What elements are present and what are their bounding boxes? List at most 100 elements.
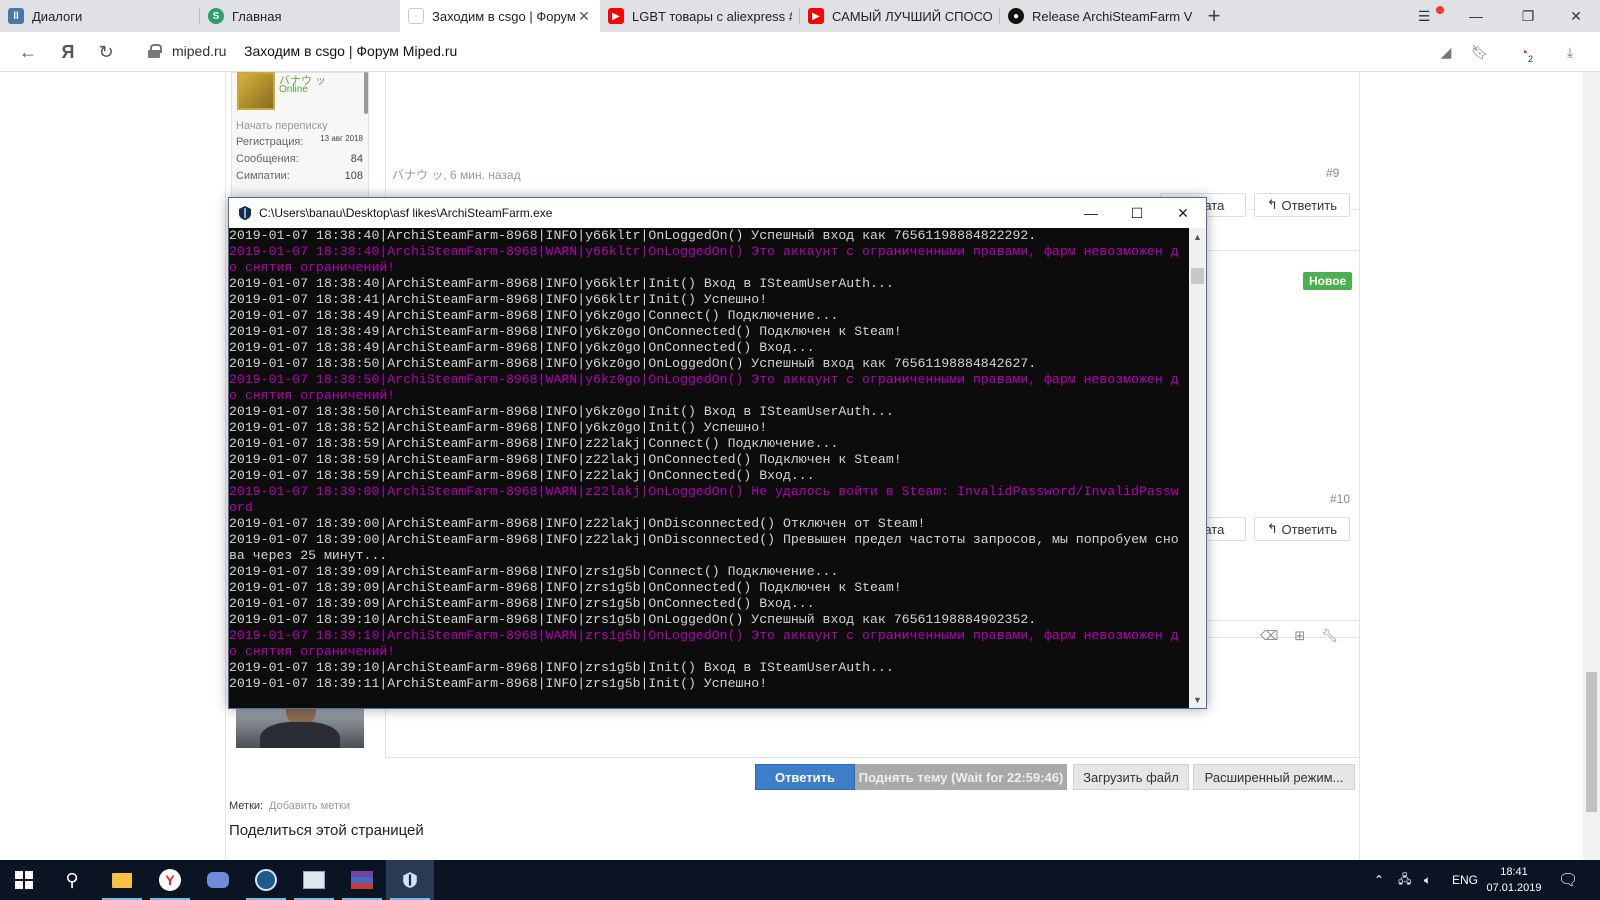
language-indicator[interactable]: ENG xyxy=(1452,860,1478,900)
console-log-line: о снятия ограничений! xyxy=(229,644,396,659)
reply-button-post10[interactable]: ↰ Ответить xyxy=(1254,517,1350,541)
url-page-title[interactable]: Заходим в csgo | Форум Miped.ru xyxy=(244,43,457,59)
console-log-line: ord xyxy=(229,500,253,515)
tags-label: Метки: xyxy=(229,800,264,812)
menu-icon[interactable]: ☰ xyxy=(1400,0,1448,32)
reader-mode-icon[interactable]: ◢ xyxy=(1436,42,1456,62)
archisteamfarm-console-window[interactable]: C:\Users\banau\Desktop\asf likes\ArchiSt… xyxy=(228,197,1207,709)
steam-icon[interactable] xyxy=(242,860,290,900)
clock-date: 07.01.2019 xyxy=(1486,882,1542,894)
console-log-line: 2019-01-07 18:39:09|ArchiSteamFarm-8968|… xyxy=(229,564,839,579)
tab-samyi-luchshii[interactable]: ▶ САМЫЙ ЛУЧШИЙ СПОСО xyxy=(800,0,1000,32)
upload-file-button[interactable]: Загрузить файл xyxy=(1073,764,1189,790)
console-scroll-thumb[interactable] xyxy=(1191,268,1204,284)
lock-icon xyxy=(148,44,162,58)
show-hidden-icons[interactable]: ⌃ xyxy=(1374,860,1384,900)
reply-icon: ↰ xyxy=(1266,197,1282,212)
search-icon[interactable]: ⚲ xyxy=(48,860,96,900)
reply-icon: ↰ xyxy=(1266,521,1282,536)
post-number[interactable]: #9 xyxy=(1326,166,1339,180)
post-meta[interactable]: バナウ ッ, 6 мин. назад xyxy=(392,166,521,183)
volume-icon[interactable]: 🔈︎ xyxy=(1424,860,1431,900)
system-clock[interactable]: 18:41 07.01.2019 xyxy=(1478,864,1550,896)
download-icon[interactable]: ⤓ xyxy=(1560,42,1580,62)
url-domain[interactable]: miped.ru xyxy=(172,43,226,59)
tab-label: Заходим в csgo | Форум xyxy=(432,8,576,24)
post-9 xyxy=(385,72,1360,210)
console-log-line: 2019-01-07 18:38:40|ArchiSteamFarm-8968|… xyxy=(229,244,1179,259)
editor-toolbar: ⌫ ⊞ 🔧︎ xyxy=(1260,628,1338,644)
bump-thread-button: Поднять тему (Wait for 22:59:46) xyxy=(855,764,1067,790)
tab-glavnaya[interactable]: S Главная xyxy=(200,0,400,32)
reply-button-post9[interactable]: ↰ Ответить xyxy=(1254,193,1350,217)
tab-dialogi[interactable]: ll Диалоги xyxy=(0,0,200,32)
reload-icon[interactable]: ↻ xyxy=(92,38,120,66)
console-log-line: 2019-01-07 18:39:10|ArchiSteamFarm-8968|… xyxy=(229,612,1037,627)
console-log-line: 2019-01-07 18:39:11|ArchiSteamFarm-8968|… xyxy=(229,676,768,691)
console-log-line: 2019-01-07 18:38:40|ArchiSteamFarm-8968|… xyxy=(229,276,894,291)
stat-label: Симпатии: xyxy=(236,170,290,182)
console-title-bar[interactable]: C:\Users\banau\Desktop\asf likes\ArchiSt… xyxy=(229,198,1206,228)
tab-release-asf[interactable]: ● Release ArchiSteamFarm V3 xyxy=(1000,0,1200,32)
stat-value: 108 xyxy=(344,170,363,182)
vk-icon: ll xyxy=(8,8,24,24)
network-icon[interactable]: 🖧︎ xyxy=(1398,860,1411,900)
start-icon[interactable] xyxy=(0,860,48,900)
avatar[interactable] xyxy=(237,72,275,110)
scroll-down-icon[interactable]: ▼ xyxy=(1189,691,1206,708)
back-arrow-icon[interactable]: ← xyxy=(14,38,42,66)
start-conversation-link[interactable]: Начать переписку xyxy=(236,120,328,132)
advanced-mode-button[interactable]: Расширенный режим... xyxy=(1193,764,1355,790)
browser-tab-strip: ll Диалоги S Главная Заходим в csgo | Фо… xyxy=(0,0,1600,32)
bookmark-icon[interactable]: 🔖︎ xyxy=(1470,42,1490,62)
yandex-browser-icon[interactable]: Y xyxy=(146,860,194,900)
console-minimize-icon[interactable]: — xyxy=(1068,198,1114,228)
console-log-line: о снятия ограничений! xyxy=(229,260,396,275)
tab-lgbt-aliexpress[interactable]: ▶ LGBT товары с aliexpress # xyxy=(600,0,800,32)
asf-app-icon xyxy=(239,206,251,220)
winrar-icon[interactable] xyxy=(338,860,386,900)
stat-label: Сообщения: xyxy=(236,153,299,165)
add-tags-link[interactable]: Добавить метки xyxy=(269,800,350,812)
close-window-icon[interactable]: ✕ xyxy=(1552,0,1600,32)
console-log-line: 2019-01-07 18:38:59|ArchiSteamFarm-8968|… xyxy=(229,436,839,451)
scroll-up-icon[interactable]: ▲ xyxy=(1189,228,1206,245)
close-tab-icon[interactable]: ✕ xyxy=(576,8,592,24)
new-badge: Новое xyxy=(1303,272,1353,290)
table-icon[interactable]: ⊞ xyxy=(1294,628,1305,644)
console-log-line: 2019-01-07 18:39:10|ArchiSteamFarm-8968|… xyxy=(229,660,894,675)
console-log-line: о снятия ограничений! xyxy=(229,388,396,403)
wrench-icon[interactable]: 🔧︎ xyxy=(1321,628,1338,644)
discord-icon[interactable] xyxy=(194,860,242,900)
restore-icon[interactable]: ❐ xyxy=(1504,0,1552,32)
github-icon: ● xyxy=(1008,8,1024,24)
minimize-icon[interactable]: — xyxy=(1452,0,1500,32)
page-scroll-thumb[interactable] xyxy=(1586,672,1597,812)
console-maximize-icon[interactable]: ☐ xyxy=(1114,198,1160,228)
console-log-line: 2019-01-07 18:38:41|ArchiSteamFarm-8968|… xyxy=(229,292,768,307)
image-viewer-icon[interactable] xyxy=(290,860,338,900)
console-scrollbar[interactable]: ▲ ▼ xyxy=(1189,228,1206,708)
post-number[interactable]: #10 xyxy=(1330,492,1350,506)
console-log-line: 2019-01-07 18:39:09|ArchiSteamFarm-8968|… xyxy=(229,580,902,595)
yandex-icon[interactable]: Я xyxy=(54,38,82,66)
tab-forum-active[interactable]: Заходим в csgo | Форум ✕ xyxy=(400,0,600,32)
archisteamfarm-icon[interactable] xyxy=(386,860,434,900)
user-stat-likes: Симпатии: 108 xyxy=(236,170,363,182)
file-explorer-icon[interactable] xyxy=(98,860,146,900)
tab-label: Release ArchiSteamFarm V3 xyxy=(1032,8,1192,24)
console-log-line: 2019-01-07 18:39:10|ArchiSteamFarm-8968|… xyxy=(229,628,1179,643)
tab-label: Диалоги xyxy=(32,8,83,24)
eraser-icon[interactable]: ⌫ xyxy=(1260,628,1278,644)
submit-reply-button[interactable]: Ответить xyxy=(755,764,855,790)
windows-taskbar: ⚲ Y ⌃ 🖧︎ 🔈︎ ENG 18:41 07.01.2019 🗨︎ xyxy=(0,860,1600,900)
green-s-icon: S xyxy=(208,8,224,24)
new-tab-button[interactable]: + xyxy=(1202,4,1226,28)
console-log-line: 2019-01-07 18:38:49|ArchiSteamFarm-8968|… xyxy=(229,340,815,355)
console-log-line: 2019-01-07 18:39:00|ArchiSteamFarm-8968|… xyxy=(229,532,1179,547)
tab-label: Главная xyxy=(232,8,282,24)
clock-time: 18:41 xyxy=(1500,866,1528,878)
console-close-icon[interactable]: ✕ xyxy=(1160,198,1206,228)
notifications-icon[interactable]: 🗨︎ xyxy=(1558,860,1578,900)
console-log-line: 2019-01-07 18:38:59|ArchiSteamFarm-8968|… xyxy=(229,468,815,483)
